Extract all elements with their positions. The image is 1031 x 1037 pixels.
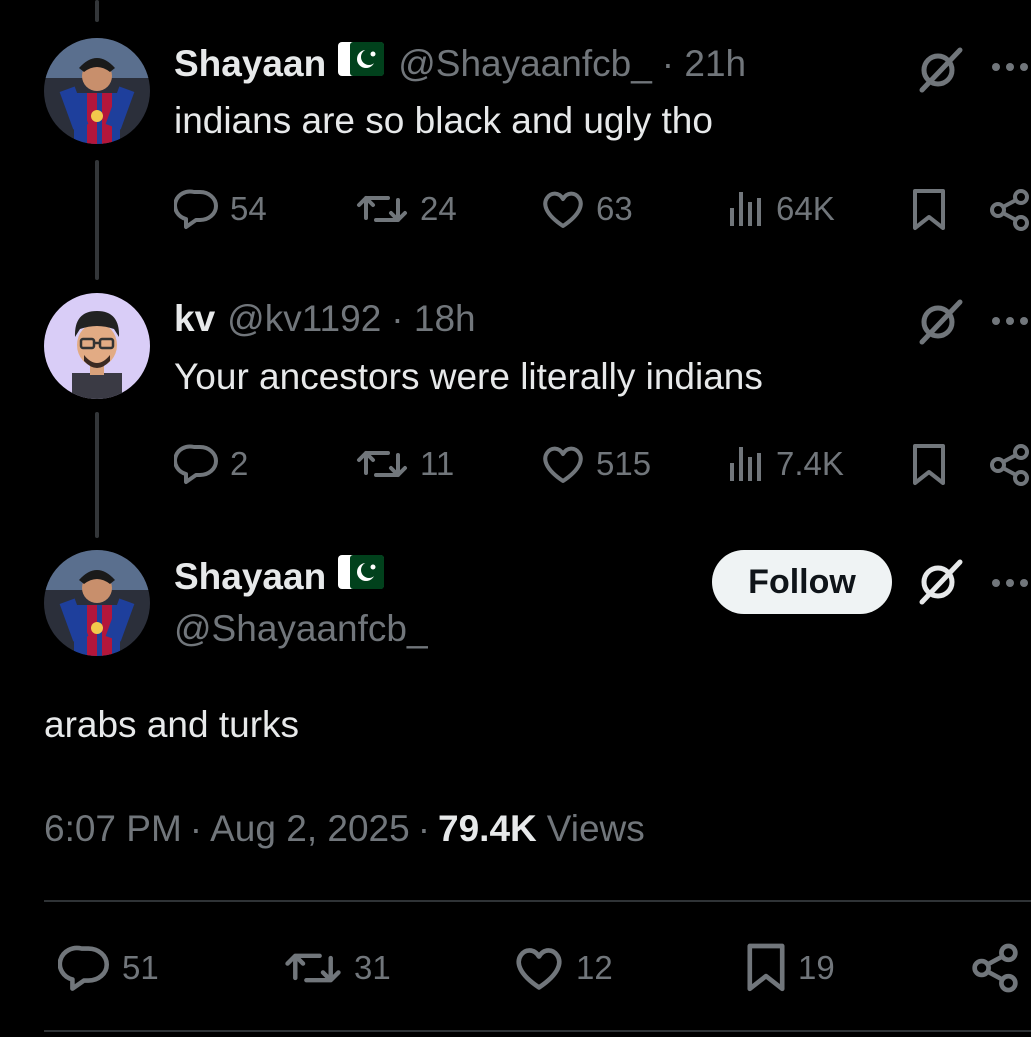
handle[interactable]: @kv1192: [227, 298, 381, 340]
like-count: 12: [576, 949, 613, 986]
display-name[interactable]: kv: [174, 298, 215, 340]
handle[interactable]: @Shayaanfcb_: [398, 43, 652, 85]
tweet-2-header: kv @kv1192 · 18h: [174, 298, 476, 340]
share-icon: [990, 444, 1029, 486]
reply-count: 51: [122, 949, 159, 986]
reply-icon: [58, 945, 109, 991]
views-button[interactable]: 7.4K: [726, 443, 844, 485]
repost-button[interactable]: 24: [354, 188, 457, 230]
reply-button[interactable]: 54: [174, 188, 267, 230]
grok-icon[interactable]: [914, 44, 966, 101]
like-icon: [516, 948, 562, 990]
separator: ·: [189, 808, 203, 849]
divider: [44, 900, 1031, 902]
tweet-text: arabs and turks: [44, 704, 300, 745]
views-button[interactable]: 64K: [726, 188, 835, 230]
thread-line-top: [95, 0, 99, 22]
repost-button[interactable]: 11: [354, 443, 454, 485]
tweet-text: indians are so black and ugly tho: [174, 100, 713, 141]
views-count: 7.4K: [776, 445, 844, 482]
like-icon: [543, 191, 583, 228]
bookmark-count: 19: [798, 949, 835, 986]
avatar[interactable]: [44, 293, 150, 399]
more-icon[interactable]: [990, 314, 1030, 332]
follow-button[interactable]: Follow: [712, 550, 892, 614]
repost-icon: [357, 451, 407, 477]
reply-count: 2: [230, 445, 249, 482]
main-tweet-name: Shayaan: [174, 555, 398, 598]
avatar[interactable]: [44, 550, 150, 656]
repost-count: 31: [354, 949, 391, 986]
like-button[interactable]: 12: [512, 944, 613, 992]
post-date[interactable]: Aug 2, 2025: [210, 808, 410, 850]
tweet-1-header: Shayaan @Shayaanfcb_ · 21h: [174, 42, 746, 85]
repost-icon: [285, 953, 341, 983]
repost-count: 11: [420, 445, 455, 482]
bookmark-icon: [913, 444, 945, 485]
views-count: 79.4K: [438, 808, 537, 849]
share-button[interactable]: [988, 188, 1031, 237]
timestamp[interactable]: · 21h: [662, 43, 746, 85]
handle[interactable]: @Shayaanfcb_: [174, 608, 428, 650]
grok-icon[interactable]: [914, 556, 966, 613]
thread-line-2: [95, 412, 99, 538]
reply-button[interactable]: 51: [58, 944, 159, 992]
bookmark-icon: [747, 943, 785, 992]
timestamp[interactable]: · 18h: [391, 298, 475, 340]
views-icon: [730, 447, 761, 481]
repost-icon: [357, 196, 407, 222]
bookmark-button[interactable]: [910, 443, 948, 492]
views-count: 64K: [776, 190, 835, 227]
reply-icon: [174, 189, 218, 229]
grok-icon[interactable]: [914, 296, 966, 353]
views-label: Views: [546, 808, 645, 849]
post-time[interactable]: 6:07 PM: [44, 808, 182, 850]
like-count: 515: [596, 445, 652, 482]
more-icon[interactable]: [990, 60, 1030, 78]
like-icon: [543, 446, 583, 483]
reply-button[interactable]: 2: [174, 443, 248, 485]
bookmark-icon: [913, 189, 945, 230]
thread-line-1: [95, 160, 99, 280]
display-name[interactable]: Shayaan: [174, 556, 326, 598]
share-icon: [972, 943, 1018, 993]
tweet-meta: 6:07 PM · Aug 2, 2025 · 79.4K Views: [44, 808, 645, 850]
divider: [44, 1030, 1031, 1032]
reply-count: 54: [230, 190, 267, 227]
share-icon: [990, 189, 1029, 231]
more-icon[interactable]: [990, 576, 1030, 594]
repost-button[interactable]: 31: [282, 944, 391, 992]
like-count: 63: [596, 190, 633, 227]
bookmark-button[interactable]: 19: [744, 942, 835, 994]
views-icon: [730, 192, 761, 226]
separator: ·: [417, 808, 431, 849]
share-button[interactable]: [988, 443, 1031, 492]
reply-icon: [174, 444, 218, 484]
avatar[interactable]: [44, 38, 150, 144]
like-button[interactable]: 63: [540, 188, 633, 230]
bookmark-button[interactable]: [910, 188, 948, 237]
share-button[interactable]: [970, 942, 1020, 999]
pakistan-flag-icon: [338, 42, 385, 85]
display-name[interactable]: Shayaan: [174, 43, 326, 85]
repost-count: 24: [420, 190, 457, 227]
pakistan-flag-icon: [338, 555, 385, 598]
like-button[interactable]: 515: [540, 443, 651, 485]
tweet-text: Your ancestors were literally indians: [174, 356, 763, 397]
